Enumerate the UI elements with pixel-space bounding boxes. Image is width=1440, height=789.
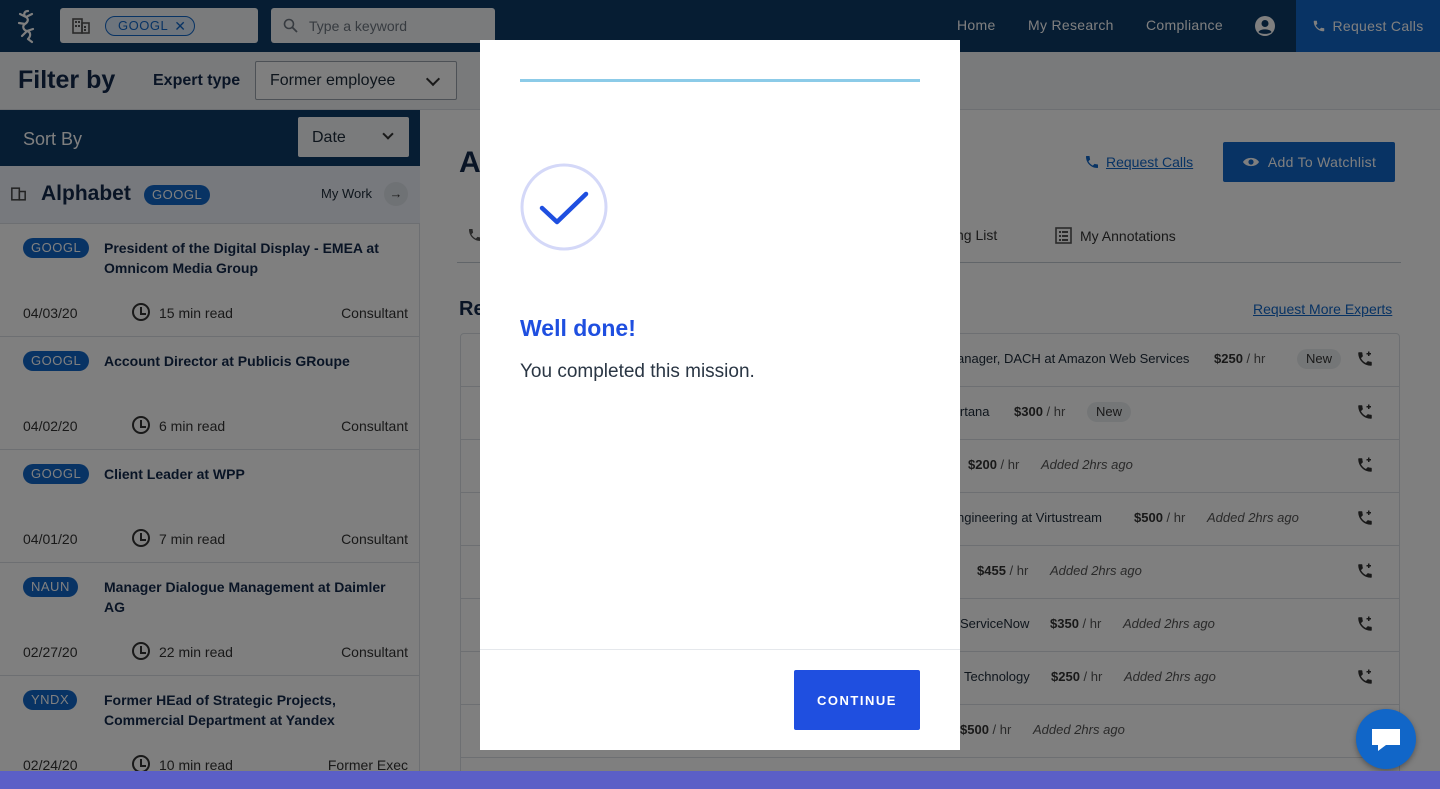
mission-complete-modal: Well done! You completed this mission. C… — [480, 40, 960, 750]
modal-message: You completed this mission. — [520, 361, 755, 382]
checkmark-icon — [520, 163, 608, 251]
chat-bubble-icon — [1372, 729, 1400, 751]
chat-launcher-button[interactable] — [1356, 709, 1416, 769]
continue-button[interactable]: CONTINUE — [794, 670, 920, 730]
progress-bar — [520, 79, 920, 82]
modal-heading: Well done! — [520, 315, 636, 341]
bottom-banner-strip — [0, 771, 1440, 789]
modal-footer-divider — [480, 649, 960, 650]
